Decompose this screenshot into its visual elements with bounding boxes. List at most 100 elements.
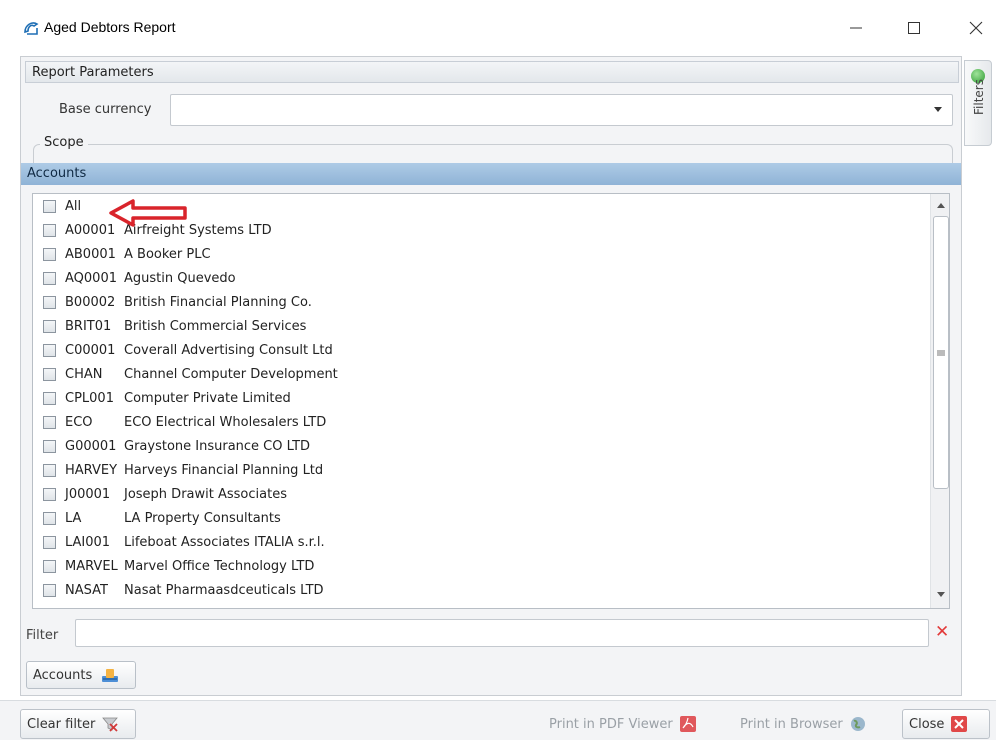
checkbox[interactable] — [43, 463, 56, 477]
checkbox[interactable] — [43, 535, 56, 549]
account-name: LA Property Consultants — [124, 510, 281, 526]
account-code: LAI001 — [65, 534, 111, 550]
filter-label: Filter — [26, 628, 59, 643]
list-item[interactable]: G00001 Graystone Insurance CO LTD — [43, 434, 310, 458]
checkbox[interactable] — [43, 511, 56, 525]
print-pdf-button[interactable]: Print in PDF Viewer — [542, 709, 722, 739]
accounts-tab[interactable]: Accounts — [26, 661, 136, 689]
print-browser-label: Print in Browser — [740, 716, 843, 732]
checkbox[interactable] — [43, 367, 56, 381]
account-code: NASAT — [65, 582, 108, 598]
checkbox[interactable] — [43, 343, 56, 357]
filter-input[interactable] — [75, 619, 929, 647]
aged-debtors-window: Aged Debtors Report Report Parameters Ba… — [0, 0, 996, 740]
checkbox[interactable] — [43, 295, 56, 309]
checkbox[interactable] — [43, 607, 56, 608]
window-title: Aged Debtors Report — [44, 19, 176, 35]
scroll-down-icon[interactable] — [937, 592, 945, 597]
clear-filter-x-icon[interactable]: ✕ — [935, 624, 949, 641]
title-bar: Aged Debtors Report — [0, 0, 996, 56]
account-name: British Commercial Services — [124, 318, 307, 334]
pdf-icon — [679, 716, 696, 732]
close-label: Close — [909, 716, 945, 732]
checkbox[interactable] — [43, 583, 56, 597]
list-item[interactable]: CHAN Channel Computer Development — [43, 362, 338, 386]
checkbox[interactable] — [43, 199, 56, 213]
grip-icon — [937, 350, 945, 355]
report-parameters-header[interactable]: Report Parameters — [25, 61, 959, 83]
minimize-button[interactable] — [834, 12, 878, 44]
vertical-scrollbar[interactable] — [930, 194, 949, 608]
scroll-thumb[interactable] — [933, 216, 949, 489]
account-name: Lifeboat Associates ITALIA s.r.l. — [124, 534, 325, 550]
close-button[interactable]: Close — [902, 709, 990, 739]
annotation-arrow-icon — [109, 199, 187, 227]
list-item[interactable]: AB0001 A Booker PLC — [43, 242, 211, 266]
scope-label: Scope — [40, 135, 88, 150]
account-name: Computer Private Limited — [124, 390, 291, 406]
checkbox[interactable] — [43, 391, 56, 405]
account-name: Channel Computer Development — [124, 366, 338, 382]
maximize-button[interactable] — [892, 12, 936, 44]
checkbox[interactable] — [43, 247, 56, 261]
accounts-list[interactable]: All A00001 Airfreight Systems LTD AB0001… — [32, 193, 950, 609]
list-item[interactable]: CPL001 Computer Private Limited — [43, 386, 291, 410]
filters-tab-label: Filters — [972, 79, 986, 115]
list-item[interactable]: AQ0001 Agustin Quevedo — [43, 266, 236, 290]
list-item[interactable]: LAI001 Lifeboat Associates ITALIA s.r.l. — [43, 530, 325, 554]
account-code: BRIT01 — [65, 318, 112, 334]
scope-group: Scope — [33, 135, 953, 164]
account-name: A Booker PLC — [124, 246, 211, 262]
account-name: Agustin Quevedo — [124, 270, 236, 286]
account-name: Marvel Office Technology LTD — [124, 558, 315, 574]
account-name: Joseph Drawit Associates — [124, 486, 287, 502]
accounts-tab-label: Accounts — [33, 667, 93, 683]
close-icon — [969, 21, 983, 35]
account-code: ECO — [65, 414, 93, 430]
account-name: Coverall Advertising Consult Ltd — [124, 342, 333, 358]
bottom-toolbar: Clear filter Print in PDF Viewer Print i… — [0, 700, 996, 740]
list-item[interactable]: MARVEL Marvel Office Technology LTD — [43, 554, 314, 578]
print-browser-button[interactable]: Print in Browser — [733, 709, 893, 739]
checkbox[interactable] — [43, 559, 56, 573]
account-code: J00001 — [65, 486, 111, 502]
list-item[interactable]: NASAT Nasat Pharmaasdceuticals LTD — [43, 578, 324, 602]
account-code: AB0001 — [65, 246, 116, 262]
base-currency-label: Base currency — [59, 102, 152, 117]
window-close-button[interactable] — [954, 12, 996, 44]
list-item[interactable]: ECO ECO Electrical Wholesalers LTD — [43, 410, 326, 434]
chevron-down-icon[interactable] — [934, 107, 942, 112]
account-code: C00001 — [65, 342, 116, 358]
checkbox[interactable] — [43, 223, 56, 237]
account-code: B00002 — [65, 294, 116, 310]
globe-icon — [850, 717, 865, 731]
filters-side-tab[interactable]: Filters — [964, 60, 992, 146]
checkbox[interactable] — [43, 439, 56, 453]
clear-filter-label: Clear filter — [27, 716, 96, 732]
account-name: British Financial Planning Co. — [124, 294, 312, 310]
list-item[interactable]: C00001 Coverall Advertising Consult Ltd — [43, 338, 333, 362]
account-code: AQ0001 — [65, 270, 117, 286]
checkbox[interactable] — [43, 271, 56, 285]
account-name: Graystone Insurance CO LTD — [124, 438, 311, 454]
account-code: MARVEL — [65, 558, 118, 574]
scroll-up-icon[interactable] — [937, 203, 945, 208]
list-item[interactable]: B00002 British Financial Planning Co. — [43, 290, 312, 314]
close-icon — [951, 716, 968, 732]
base-currency-select[interactable] — [170, 94, 953, 126]
clear-filter-button[interactable]: Clear filter — [20, 709, 136, 739]
filters-tab-text: Filters — [972, 79, 986, 115]
list-item[interactable]: J00001 Joseph Drawit Associates — [43, 482, 287, 506]
list-item[interactable]: HARVEY Harveys Financial Planning Ltd — [43, 458, 323, 482]
checkbox[interactable] — [43, 319, 56, 333]
account-code: HARVEY — [65, 462, 118, 478]
accounts-header: Accounts — [21, 163, 961, 185]
account-name: Harveys Financial Planning Ltd — [124, 462, 324, 478]
accounts-icon — [102, 669, 119, 682]
checkbox[interactable] — [43, 487, 56, 501]
checkbox[interactable] — [43, 415, 56, 429]
list-item[interactable]: LA LA Property Consultants — [43, 506, 281, 530]
maximize-icon — [908, 22, 920, 34]
account-name: Nasat Pharmaasdceuticals LTD — [124, 582, 324, 598]
list-item[interactable]: BRIT01 British Commercial Services — [43, 314, 306, 338]
